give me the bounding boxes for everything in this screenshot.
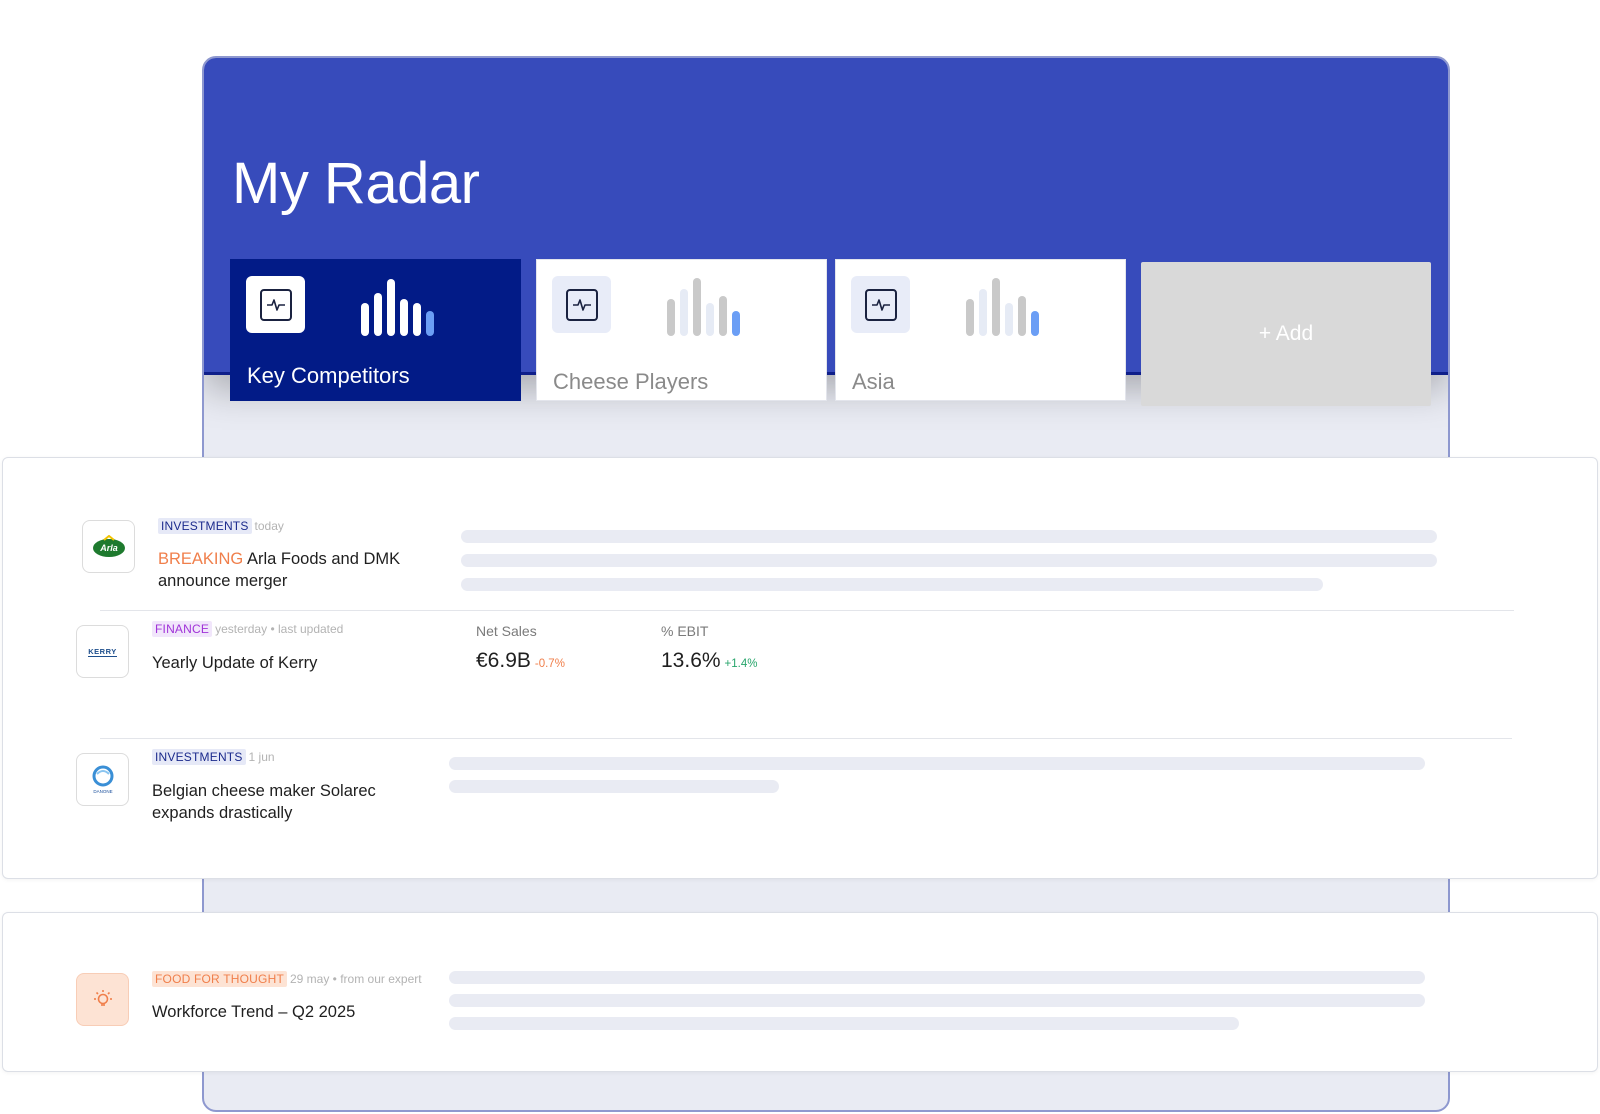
item-meta: FOOD FOR THOUGHT 29 may • from our expert [152, 971, 422, 987]
category-tag[interactable]: FOOD FOR THOUGHT [152, 971, 287, 987]
kpi-value: 13.6% [661, 649, 721, 672]
news-feed-panel: Arla INVESTMENTS today BREAKING Arla Food… [2, 457, 1598, 879]
radar-card-cheese-players[interactable]: Cheese Players [536, 259, 827, 401]
item-title[interactable]: Yearly Update of Kerry [152, 652, 442, 674]
activity-bar [667, 299, 675, 336]
activity-bars [966, 276, 1066, 336]
kpi-label-ebit: % EBIT [661, 623, 709, 639]
item-meta: FINANCE yesterday • last updated [152, 621, 343, 637]
radar-card-key-competitors[interactable]: Key Competitors [230, 259, 521, 401]
placeholder-line [461, 578, 1323, 591]
item-title[interactable]: Belgian cheese maker Solarec expands dra… [152, 780, 422, 824]
feed-item[interactable]: DANONE INVESTMENTS 1 jun Belgian cheese m… [3, 739, 1597, 879]
kpi-value: €6.9B [476, 649, 531, 672]
activity-bar [732, 311, 740, 336]
activity-bar [361, 303, 369, 336]
activity-bar [706, 303, 714, 336]
activity-bar [426, 311, 434, 336]
activity-bar [1018, 296, 1026, 336]
kpi-delta: +1.4% [724, 658, 758, 670]
activity-bar [719, 296, 727, 336]
danone-logo-text: DANONE [93, 789, 112, 794]
activity-bar [680, 289, 688, 336]
kpi-ebit: 13.6% +1.4% [661, 649, 757, 673]
activity-bars [667, 276, 767, 336]
pulse-icon [246, 276, 305, 333]
item-date: 1 jun [248, 750, 275, 764]
feed-item[interactable]: KERRY FINANCE yesterday • last updated Ye… [3, 611, 1597, 731]
placeholder-line [449, 1017, 1239, 1030]
lightbulb-icon [76, 973, 129, 1026]
activity-bars [361, 276, 461, 336]
feed-item[interactable]: Arla INVESTMENTS today BREAKING Arla Food… [3, 458, 1597, 608]
placeholder-line [449, 780, 779, 793]
item-title[interactable]: Workforce Trend – Q2 2025 [152, 1001, 432, 1023]
placeholder-line [461, 530, 1437, 543]
feed-item[interactable]: FOOD FOR THOUGHT 29 may • from our expert… [3, 913, 1597, 1073]
placeholder-line [449, 757, 1425, 770]
activity-bar [413, 303, 421, 336]
page-title: My Radar [232, 151, 480, 216]
activity-bar [966, 299, 974, 336]
activity-bar [400, 299, 408, 336]
item-date: 29 may • from our expert [289, 972, 422, 986]
danone-logo: DANONE [76, 753, 129, 806]
radar-card-asia[interactable]: Asia [835, 259, 1126, 401]
item-date: today [254, 519, 284, 533]
kpi-net-sales: €6.9B -0.7% [476, 649, 565, 673]
activity-bar [387, 279, 395, 336]
category-tag[interactable]: FINANCE [152, 621, 213, 637]
item-date: yesterday • last updated [215, 622, 344, 636]
kpi-label-net-sales: Net Sales [476, 623, 537, 639]
category-tag[interactable]: INVESTMENTS [152, 749, 246, 765]
radar-card-label: Key Competitors [247, 363, 410, 388]
kerry-logo-text: KERRY [88, 646, 117, 657]
activity-bar [992, 278, 1000, 336]
category-tag[interactable]: INVESTMENTS [158, 518, 252, 534]
food-for-thought-panel: FOOD FOR THOUGHT 29 may • from our expert… [2, 912, 1598, 1072]
item-headline[interactable]: BREAKING Arla Foods and DMK announce mer… [158, 548, 428, 592]
activity-bar [1005, 303, 1013, 336]
arla-logo: Arla [82, 520, 135, 573]
kerry-logo: KERRY [76, 625, 129, 678]
placeholder-line [461, 554, 1437, 567]
radar-card-label: Cheese Players [553, 369, 709, 394]
kpi-delta: -0.7% [534, 658, 565, 670]
placeholder-line [449, 994, 1425, 1007]
arla-logo-text: Arla [99, 543, 118, 553]
pulse-icon [552, 276, 611, 333]
activity-bar [979, 289, 987, 336]
activity-bar [374, 293, 382, 336]
activity-bar [693, 278, 701, 336]
item-meta: INVESTMENTS 1 jun [152, 749, 275, 765]
placeholder-line [449, 971, 1425, 984]
pulse-icon [851, 276, 910, 333]
radar-card-label: Asia [852, 369, 895, 394]
add-radar-button[interactable]: + Add [1141, 262, 1431, 406]
breaking-label: BREAKING [158, 550, 244, 568]
activity-bar [1031, 311, 1039, 336]
item-meta: INVESTMENTS today [158, 518, 284, 534]
